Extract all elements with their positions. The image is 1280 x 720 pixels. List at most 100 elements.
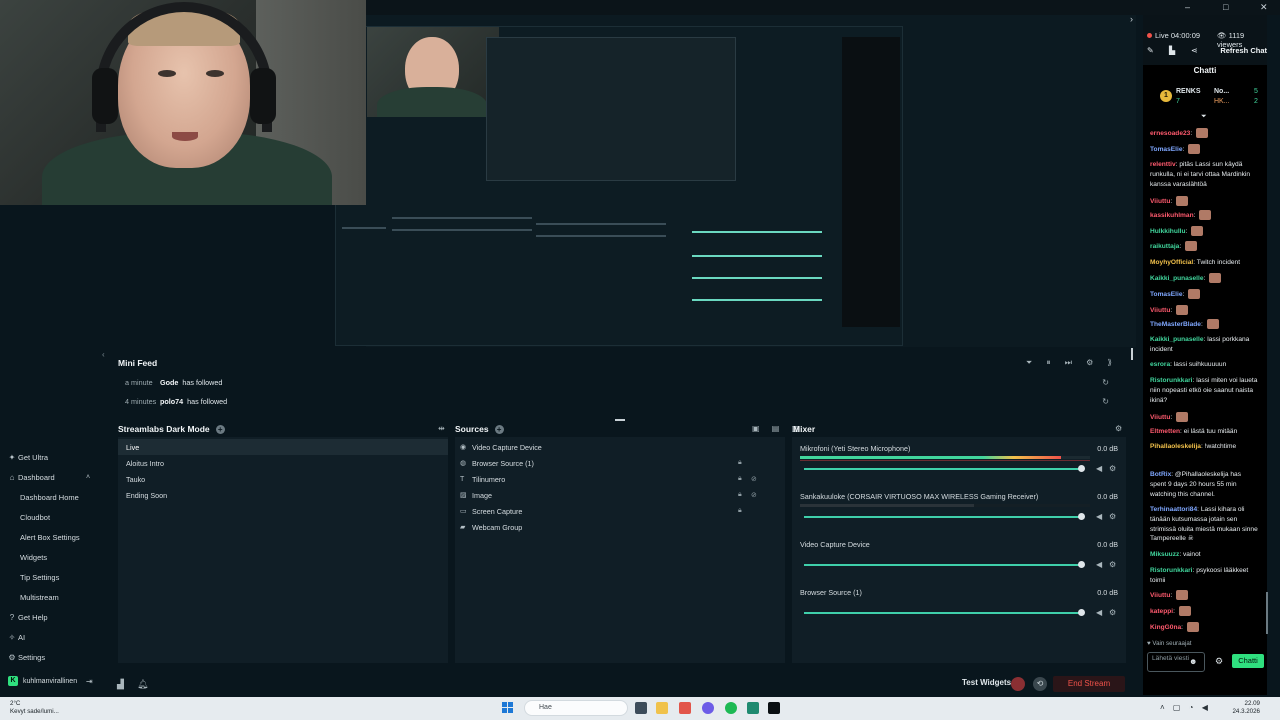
- logout-icon[interactable]: ⇥: [86, 677, 93, 686]
- volume-slider-handle[interactable]: [1078, 465, 1085, 472]
- edit-icon[interactable]: ✎: [1147, 46, 1154, 55]
- gear-icon[interactable]: ⚙: [1109, 608, 1116, 617]
- mini-feed-tools[interactable]: ⏷ ⏸ ⏭ ⚙ ⟫: [1026, 358, 1118, 368]
- source-item[interactable]: ▭ Screen Capture 🔒︎: [455, 503, 785, 519]
- chat-username[interactable]: Viiuttu: [1150, 592, 1170, 599]
- taskbar-clock[interactable]: 22.09 24.3.2026: [1230, 700, 1260, 715]
- chat-username[interactable]: MoyhyOfficial: [1150, 259, 1193, 266]
- chat-username[interactable]: TomasElie: [1150, 291, 1183, 298]
- nvidia-icon[interactable]: [768, 702, 780, 714]
- nav-dashboard[interactable]: ⌂ Dashboard ˄: [0, 468, 100, 486]
- add-scene-button[interactable]: +: [215, 424, 225, 434]
- volume-slider[interactable]: [804, 468, 1082, 470]
- chat-username[interactable]: ernesoade23: [1150, 130, 1190, 137]
- nav-multistream[interactable]: Multistream: [0, 588, 100, 606]
- chat-username[interactable]: raikuttaja: [1150, 243, 1179, 250]
- popout-icon[interactable]: ▙: [1169, 46, 1175, 55]
- add-source-button[interactable]: +: [494, 424, 504, 434]
- chat-username[interactable]: kassikuhlman: [1150, 212, 1194, 219]
- chat-username[interactable]: Viiuttu: [1150, 307, 1170, 314]
- chat-username[interactable]: kateppi: [1150, 608, 1173, 615]
- discord-icon[interactable]: [702, 702, 714, 714]
- gear-icon[interactable]: ⚙: [1109, 512, 1116, 521]
- chat-username[interactable]: Eltmetten: [1150, 428, 1180, 435]
- speaker-icon[interactable]: ◀: [1096, 608, 1102, 617]
- source-item[interactable]: ◉ Video Capture Device: [455, 439, 785, 455]
- volume-slider[interactable]: [804, 564, 1082, 566]
- chat-username[interactable]: esrora: [1150, 361, 1170, 368]
- nav-widgets[interactable]: Widgets: [0, 548, 100, 566]
- nav-settings[interactable]: ⚙ Settings: [0, 648, 100, 666]
- volume-slider[interactable]: [804, 516, 1082, 518]
- repeat-alert-icon[interactable]: ↻: [1102, 378, 1109, 387]
- lock-icon[interactable]: 🔒︎: [738, 475, 742, 483]
- volume-slider-handle[interactable]: [1078, 609, 1085, 616]
- chat-username[interactable]: BotRix: [1150, 471, 1171, 478]
- streamlabs-icon[interactable]: [747, 702, 759, 714]
- repeat-alert-icon[interactable]: ↻: [1102, 397, 1109, 406]
- gear-icon[interactable]: ⚙: [1215, 656, 1223, 667]
- chat-username[interactable]: Ristorunkkari: [1150, 567, 1193, 574]
- lock-icon[interactable]: 🔒︎: [738, 459, 742, 467]
- source-item[interactable]: ◍ Browser Source (1) 🔒︎: [455, 455, 785, 471]
- refresh-chat-button[interactable]: Refresh Chat: [1220, 46, 1267, 55]
- panel-splitter[interactable]: [1131, 348, 1133, 360]
- maximize-button[interactable]: □: [1223, 2, 1228, 12]
- weather-widget[interactable]: 2°C Kevyt sade/lumi...: [10, 700, 59, 715]
- speaker-icon[interactable]: ◀: [1096, 560, 1102, 569]
- chat-username[interactable]: TheMasterBlade: [1150, 321, 1201, 328]
- nav-tip-settings[interactable]: Tip Settings: [0, 568, 100, 586]
- nav-get-help[interactable]: ? Get Help: [0, 608, 100, 626]
- file-explorer-icon[interactable]: [656, 702, 668, 714]
- chat-username[interactable]: Kaikki_punaselle: [1150, 275, 1204, 282]
- nav-dashboard-home[interactable]: Dashboard Home: [0, 488, 100, 506]
- eye-off-icon[interactable]: ⊘: [751, 491, 757, 499]
- browser-icon[interactable]: [679, 702, 691, 714]
- eye-off-icon[interactable]: ⊘: [751, 475, 757, 483]
- chat-username[interactable]: relenttiv: [1150, 161, 1176, 168]
- chat-username[interactable]: Hulkkihullu: [1150, 228, 1186, 235]
- volume-slider-handle[interactable]: [1078, 513, 1085, 520]
- lock-icon[interactable]: 🔒︎: [738, 491, 742, 499]
- source-item[interactable]: ▰ Webcam Group: [455, 519, 785, 535]
- volume-slider-handle[interactable]: [1078, 561, 1085, 568]
- gear-icon[interactable]: ⚙: [1109, 464, 1116, 473]
- share-icon[interactable]: ⋖: [1191, 46, 1198, 55]
- end-stream-button[interactable]: End Stream: [1053, 676, 1125, 692]
- gear-icon[interactable]: ⚙: [1109, 560, 1116, 569]
- close-button[interactable]: ✕: [1260, 2, 1268, 13]
- replay-buffer-button[interactable]: ⟲: [1033, 677, 1047, 691]
- lock-icon[interactable]: 🔒︎: [738, 507, 742, 515]
- taskbar-search[interactable]: Hae: [524, 700, 628, 716]
- scene-item-aloitus-intro[interactable]: Aloitus Intro: [118, 455, 448, 471]
- source-item[interactable]: ▨ Image 🔒︎ ⊘: [455, 487, 785, 503]
- chat-scrollbar[interactable]: [1266, 592, 1268, 634]
- send-chat-button[interactable]: Chatti: [1232, 654, 1264, 668]
- scene-item-tauko[interactable]: Tauko: [118, 471, 448, 487]
- chat-username[interactable]: Terhinaattori84: [1150, 506, 1197, 513]
- speaker-icon[interactable]: ◀: [1096, 512, 1102, 521]
- speaker-icon[interactable]: ◀: [1096, 464, 1102, 473]
- chat-username[interactable]: KingG0na: [1150, 624, 1181, 631]
- chat-username[interactable]: Miksuuzz: [1150, 551, 1179, 558]
- record-button[interactable]: [1011, 677, 1025, 691]
- chat-username[interactable]: Viiuttu: [1150, 198, 1170, 205]
- task-view-icon[interactable]: [635, 702, 647, 714]
- source-item[interactable]: T Tilinumero 🔒︎ ⊘: [455, 471, 785, 487]
- chevron-down-icon[interactable]: ⏷: [1201, 113, 1207, 121]
- performance-icon[interactable]: ▟: [117, 679, 124, 690]
- mixer-settings-icon[interactable]: ⚙: [1115, 424, 1127, 433]
- chevron-right-icon[interactable]: ›: [1130, 14, 1133, 24]
- chat-username[interactable]: Pihallaoleskelija: [1150, 443, 1201, 450]
- chevron-left-icon[interactable]: ‹: [102, 350, 105, 359]
- nav-ai[interactable]: ✧ AI: [0, 628, 100, 646]
- resize-handle[interactable]: [615, 419, 625, 421]
- volume-slider[interactable]: [804, 612, 1082, 614]
- scene-item-live[interactable]: Live: [118, 439, 448, 455]
- nav-cloudbot[interactable]: Cloudbot: [0, 508, 100, 526]
- chat-username[interactable]: Viiuttu: [1150, 414, 1170, 421]
- chat-username[interactable]: Ristorunkkari: [1150, 377, 1193, 384]
- minimize-button[interactable]: –: [1185, 2, 1190, 12]
- windows-start-icon[interactable]: [502, 702, 514, 714]
- system-tray[interactable]: ˄ ▢ ◔ ◀: [1160, 703, 1211, 712]
